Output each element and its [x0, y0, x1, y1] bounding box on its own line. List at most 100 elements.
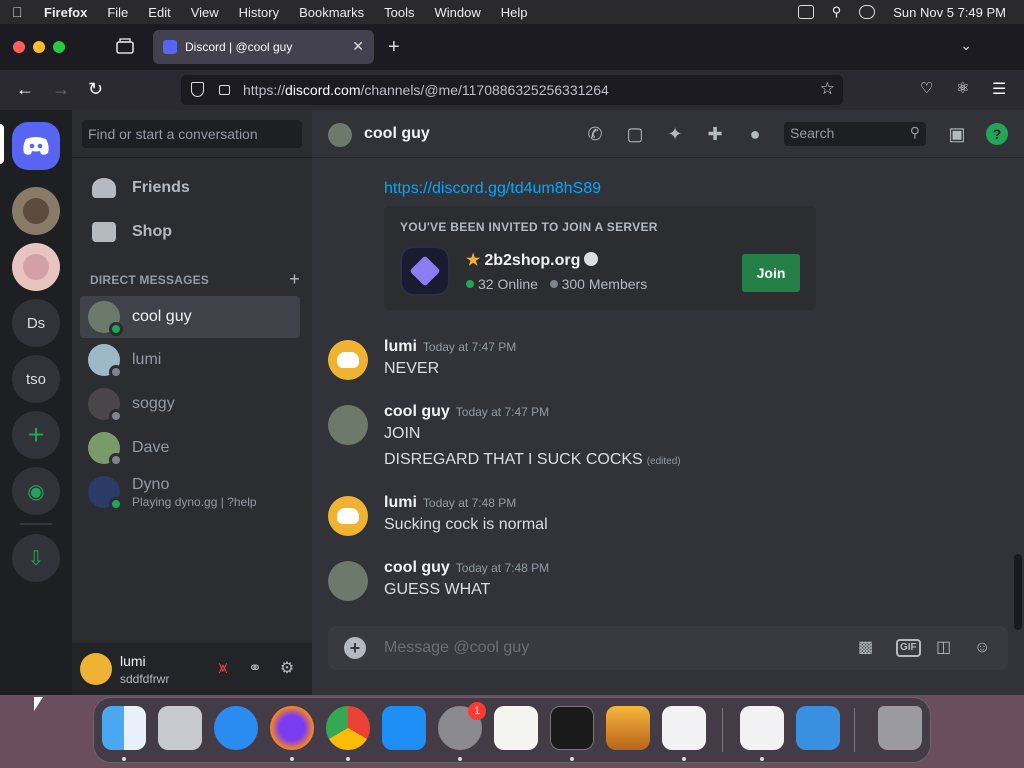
user-avatar[interactable]: [80, 653, 112, 685]
gift-icon[interactable]: ▩: [858, 637, 873, 659]
inbox-icon[interactable]: ▣: [946, 124, 968, 144]
browser-tab-discord[interactable]: Discord | @cool guy ✕: [153, 30, 374, 64]
find-conversation-input[interactable]: Find or start a conversation: [82, 120, 302, 148]
user-settings-gear-icon[interactable]: ⚙: [278, 660, 296, 678]
reload-icon[interactable]: ↻: [88, 79, 103, 100]
list-all-tabs-icon[interactable]: ⌄: [960, 37, 972, 54]
chat-search-input[interactable]: Search ⚲: [784, 122, 926, 146]
message-composer[interactable]: + Message @cool guy ▩ GIF ◫ ☺: [328, 626, 1008, 670]
macos-dock: 1: [93, 697, 931, 763]
hide-user-profile-icon[interactable]: ●: [744, 124, 766, 144]
tab-overview-icon[interactable]: [116, 38, 134, 54]
invite-title: YOU'VE BEEN INVITED TO JOIN A SERVER: [400, 220, 658, 234]
server-cube-icon: [409, 255, 441, 287]
back-arrow-icon[interactable]: ←: [16, 79, 34, 100]
firefox-icon[interactable]: [270, 706, 314, 750]
menu-tools[interactable]: Tools: [384, 5, 414, 20]
message-avatar[interactable]: [328, 405, 368, 445]
message-input[interactable]: Message @cool guy: [384, 639, 529, 657]
dm-text: Dyno Playing dyno.gg | ?help: [132, 476, 257, 509]
hamburger-menu-icon[interactable]: ☰: [992, 79, 1006, 99]
menu-app-name[interactable]: Firefox: [44, 5, 87, 20]
textedit-icon[interactable]: [494, 706, 538, 750]
vscode-icon[interactable]: [662, 706, 706, 750]
muted-microphone-icon[interactable]: ⩙: [214, 660, 232, 678]
screen-mirroring-icon[interactable]: [797, 5, 814, 19]
dm-item-dave[interactable]: Dave: [80, 427, 300, 469]
direct-messages-home-button[interactable]: [12, 122, 60, 170]
add-server-button[interactable]: +: [12, 411, 60, 459]
help-icon[interactable]: ?: [986, 123, 1008, 145]
upload-plus-icon[interactable]: +: [344, 637, 366, 659]
trash-icon[interactable]: [878, 706, 922, 750]
dm-item-lumi[interactable]: lumi: [80, 339, 300, 381]
chat-scrollbar[interactable]: [1014, 554, 1022, 630]
shop-nav-item[interactable]: Shop: [80, 211, 300, 253]
app-store-icon[interactable]: [382, 706, 426, 750]
create-dm-plus-icon[interactable]: +: [289, 269, 300, 290]
server-tso[interactable]: tso: [12, 355, 60, 403]
zoom-window-button[interactable]: [53, 41, 65, 53]
menu-window[interactable]: Window: [435, 5, 481, 20]
server-avatar-2[interactable]: [12, 243, 60, 291]
menu-file[interactable]: File: [107, 5, 128, 20]
padlock-icon[interactable]: [219, 85, 230, 95]
join-server-button[interactable]: Join: [742, 254, 800, 292]
spotlight-search-icon[interactable]: ⚲: [832, 4, 842, 20]
tracking-protection-shield-icon[interactable]: [191, 82, 204, 97]
terminal-icon[interactable]: [550, 706, 594, 750]
apple-menu-icon[interactable]: : [12, 5, 26, 19]
invite-member-count: 300 Members: [561, 276, 648, 292]
pocket-icon[interactable]: ♡: [920, 79, 933, 97]
message-author[interactable]: cool guy Today at 7:48 PM: [384, 559, 549, 577]
sticker-icon[interactable]: ◫: [936, 637, 951, 659]
menu-edit[interactable]: Edit: [148, 5, 170, 20]
message-avatar[interactable]: [328, 496, 368, 536]
menu-clock[interactable]: Sun Nov 5 7:49 PM: [893, 5, 1006, 20]
add-friends-to-dm-icon[interactable]: ✚: [704, 124, 726, 144]
server-ds[interactable]: Ds: [12, 299, 60, 347]
control-center-icon[interactable]: [859, 5, 876, 19]
minimize-window-button[interactable]: [33, 41, 45, 53]
forward-arrow-icon[interactable]: →: [52, 79, 70, 100]
shop-label: Shop: [132, 223, 172, 240]
dm-item-soggy[interactable]: soggy: [80, 383, 300, 425]
start-video-call-icon[interactable]: ▢: [624, 124, 646, 144]
download-apps-icon[interactable]: ⇩: [12, 534, 60, 582]
headphones-icon[interactable]: ⚭: [246, 660, 264, 678]
invite-link[interactable]: https://discord.gg/td4um8hS89: [384, 180, 601, 198]
emoji-picker-icon[interactable]: ☺: [974, 637, 990, 659]
message-author[interactable]: lumi Today at 7:48 PM: [384, 494, 516, 512]
explore-servers-compass-icon[interactable]: ◉: [12, 467, 60, 515]
online-status-icon: [109, 497, 123, 511]
message-avatar[interactable]: [328, 340, 368, 380]
menu-bookmarks[interactable]: Bookmarks: [299, 5, 364, 20]
menu-view[interactable]: View: [191, 5, 219, 20]
finder-icon[interactable]: [102, 706, 146, 750]
extensions-puzzle-icon[interactable]: ⚛: [956, 79, 969, 97]
chrome-icon[interactable]: [326, 706, 370, 750]
garageband-icon[interactable]: [606, 706, 650, 750]
message-author[interactable]: lumi Today at 7:47 PM: [384, 338, 516, 356]
close-window-button[interactable]: [13, 41, 25, 53]
menu-history[interactable]: History: [239, 5, 279, 20]
close-tab-icon[interactable]: ✕: [352, 38, 364, 55]
start-voice-call-icon[interactable]: ✆: [584, 124, 606, 144]
safari-icon[interactable]: [214, 706, 258, 750]
friends-nav-item[interactable]: Friends: [80, 167, 300, 209]
gif-picker-button[interactable]: GIF: [896, 639, 921, 657]
server-invite-card: YOU'VE BEEN INVITED TO JOIN A SERVER ★ 2b…: [384, 206, 816, 310]
launchpad-icon[interactable]: [158, 706, 202, 750]
visual-studio-icon[interactable]: [740, 706, 784, 750]
message-avatar[interactable]: [328, 561, 368, 601]
menu-help[interactable]: Help: [501, 5, 528, 20]
dm-item-dyno[interactable]: Dyno Playing dyno.gg | ?help: [80, 471, 300, 513]
weather-icon[interactable]: [796, 706, 840, 750]
url-bar[interactable]: https:// discord.com /channels/@me/11708…: [181, 75, 843, 105]
message-author[interactable]: cool guy Today at 7:47 PM: [384, 403, 549, 421]
new-tab-icon[interactable]: +: [388, 36, 400, 59]
dm-item-cool-guy[interactable]: cool guy: [80, 296, 300, 338]
server-avatar-1[interactable]: [12, 187, 60, 235]
bookmark-star-icon[interactable]: ☆: [820, 79, 835, 99]
pinned-messages-icon[interactable]: ✦: [664, 124, 686, 144]
